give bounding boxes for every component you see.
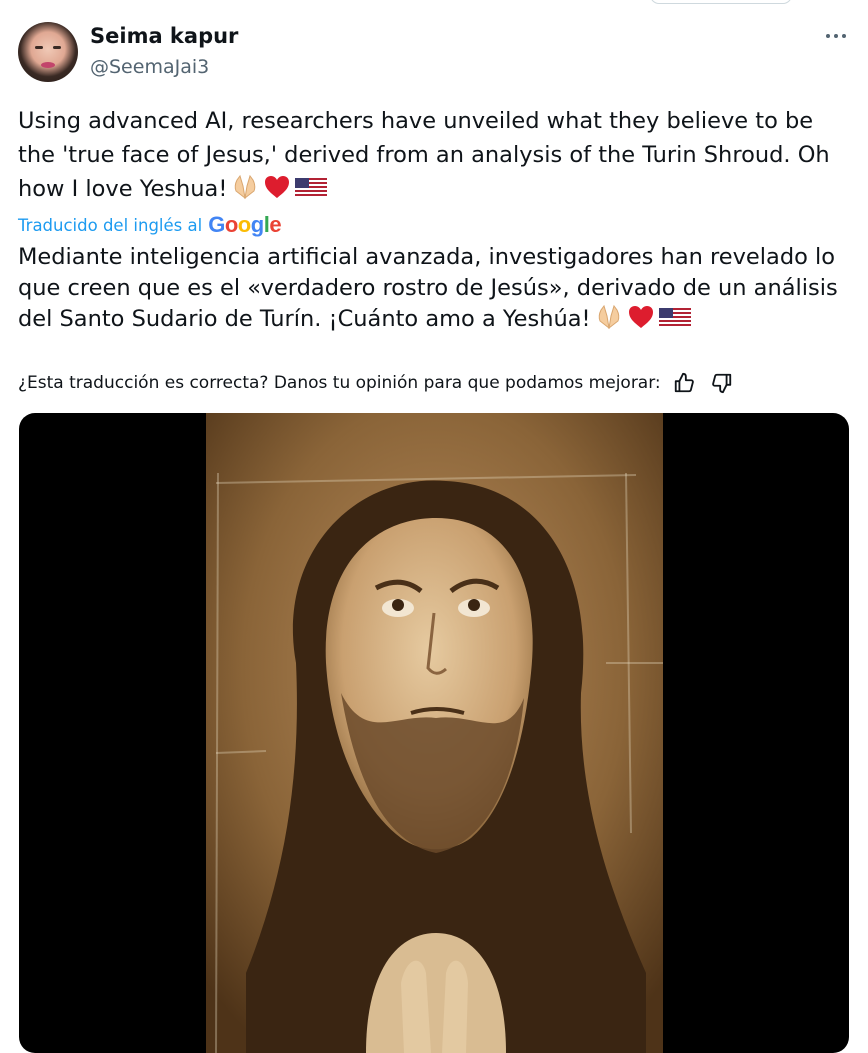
google-logo-letter: G — [208, 212, 225, 237]
translation-feedback: ¿Esta traducción es correcta? Danos tu o… — [18, 368, 737, 398]
google-logo-letter: e — [269, 212, 282, 237]
translation-label: Traducido del inglés al — [18, 215, 203, 235]
more-options-button[interactable] — [818, 24, 854, 48]
author-name[interactable]: Seima kapur — [90, 22, 238, 50]
more-horizontal-icon — [826, 34, 830, 38]
translation-attribution[interactable]: Traducido del inglés al Google — [18, 211, 282, 239]
media-image — [206, 413, 663, 1053]
media-container[interactable] — [19, 413, 849, 1053]
tweet-text-body: Using advanced AI, researchers have unve… — [18, 108, 830, 202]
folded-hands-emoji — [595, 304, 623, 330]
thumbs-up-button[interactable] — [669, 368, 699, 398]
thumbs-down-button[interactable] — [707, 368, 737, 398]
us-flag-emoji — [295, 176, 328, 200]
feedback-prompt: ¿Esta traducción es correcta? Danos tu o… — [18, 373, 661, 393]
more-horizontal-icon — [834, 34, 838, 38]
thumbs-down-icon — [711, 373, 731, 394]
avatar[interactable] — [18, 22, 78, 82]
avatar-lips — [41, 62, 55, 68]
thumbs-up-icon — [674, 372, 694, 393]
red-heart-emoji — [627, 304, 655, 330]
red-heart-emoji — [263, 174, 291, 200]
avatar-eye — [35, 46, 43, 49]
google-logo-letter: o — [237, 212, 251, 237]
folded-hands-emoji — [231, 174, 259, 200]
author-handle[interactable]: @SeemaJai3 — [90, 54, 209, 80]
us-flag-emoji — [658, 306, 691, 330]
avatar-eye — [53, 46, 61, 49]
google-logo: Google — [208, 212, 281, 238]
translated-text: Mediante inteligencia artificial avanzad… — [18, 242, 848, 335]
google-logo-letter: g — [250, 212, 264, 237]
more-horizontal-icon — [842, 34, 846, 38]
translated-text-body: Mediante inteligencia artificial avanzad… — [18, 244, 838, 332]
tweet-text: Using advanced AI, researchers have unve… — [18, 104, 848, 206]
top-pill-button[interactable] — [650, 0, 792, 4]
google-logo-letter: o — [224, 212, 238, 237]
